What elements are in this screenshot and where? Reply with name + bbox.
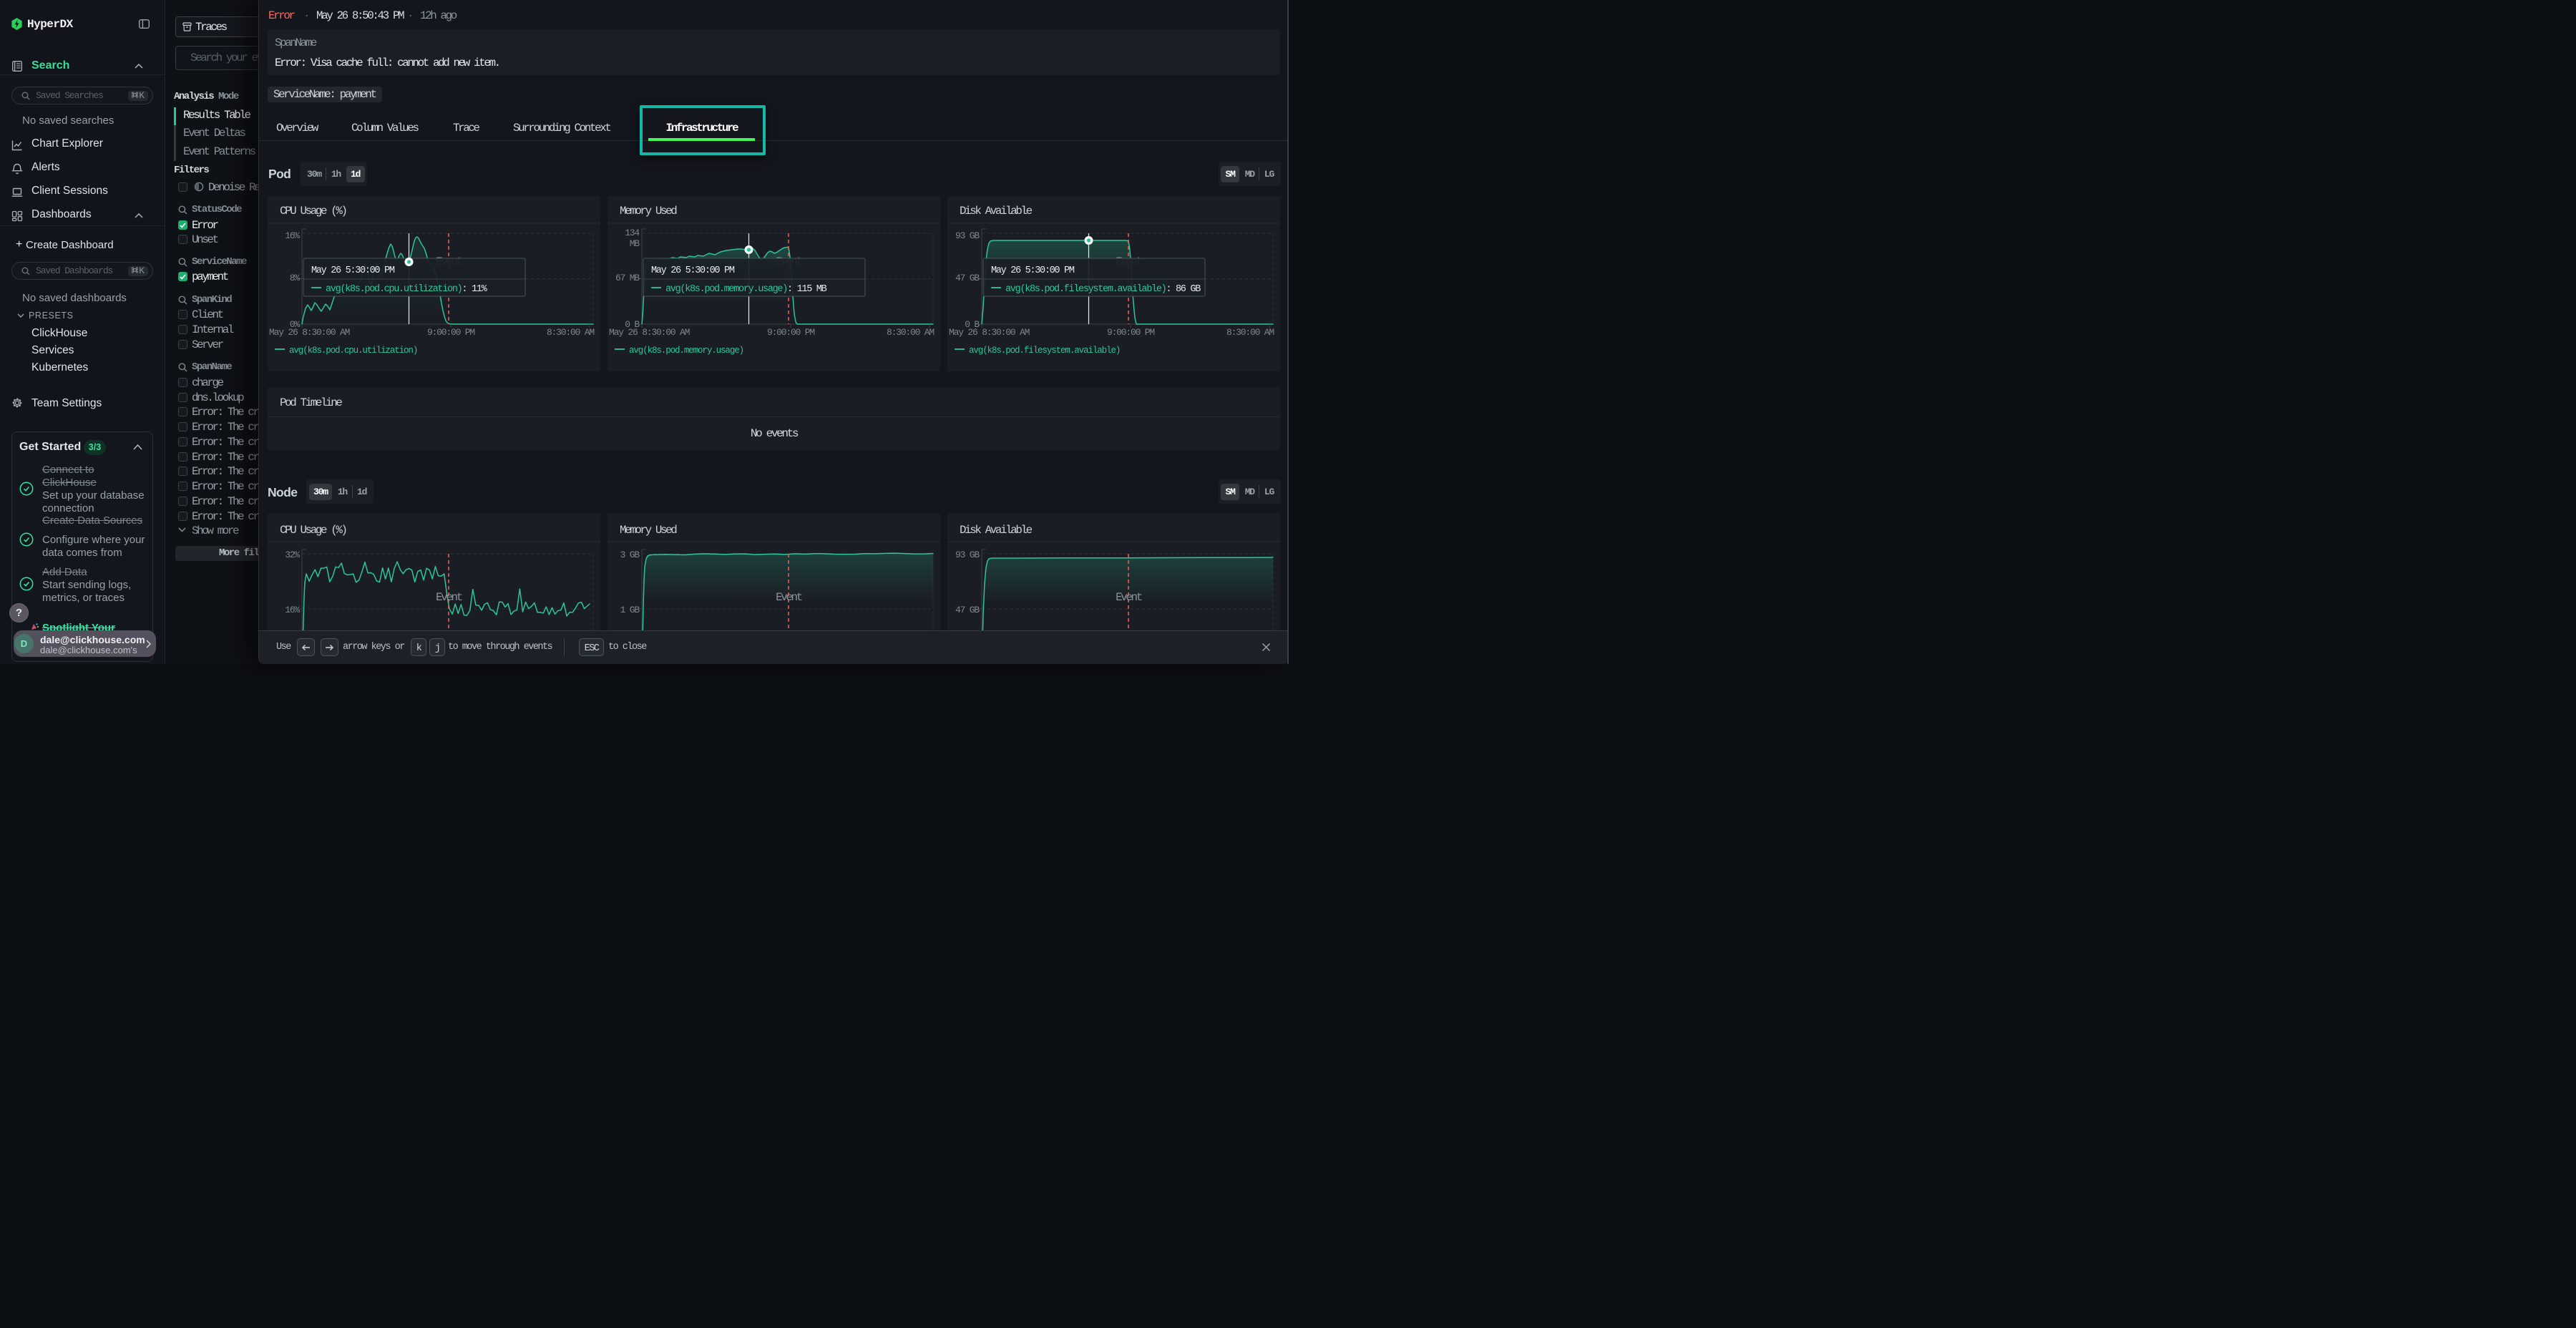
svg-text:CPU Usage (%): CPU Usage (%)	[280, 524, 346, 537]
svg-text:avg(k8s.pod.filesystem.availab: avg(k8s.pod.filesystem.available)	[969, 346, 1120, 356]
svg-text:8:30:00 AM: 8:30:00 AM	[547, 327, 594, 338]
svg-text:avg(k8s.pod.cpu.utilization): avg(k8s.pod.cpu.utilization)	[289, 346, 417, 356]
svg-text:8%: 8%	[290, 273, 301, 283]
svg-text:May 26 5:30:00 PM: May 26 5:30:00 PM	[311, 265, 395, 276]
svg-text:: 86 GB: : 86 GB	[1166, 284, 1201, 295]
svg-text:MB: MB	[630, 238, 640, 249]
svg-text:9:00:00 PM: 9:00:00 PM	[1107, 327, 1154, 338]
svg-text:16%: 16%	[285, 230, 300, 241]
svg-text:May 26 8:30:00 AM: May 26 8:30:00 AM	[269, 327, 350, 338]
svg-text:avg(k8s.pod.filesystem.availab: avg(k8s.pod.filesystem.available)	[1005, 284, 1166, 295]
svg-text:May 26 5:30:00 PM: May 26 5:30:00 PM	[991, 265, 1075, 276]
svg-text:16%: 16%	[285, 605, 300, 615]
svg-text:1 GB: 1 GB	[620, 605, 640, 615]
svg-text:May 26 8:30:00 AM: May 26 8:30:00 AM	[609, 327, 690, 338]
svg-text:Event: Event	[776, 591, 802, 604]
svg-text:: 115 MB: : 115 MB	[787, 284, 827, 295]
svg-text:Disk Available: Disk Available	[960, 205, 1033, 218]
svg-text:134: 134	[625, 228, 640, 238]
svg-text:9:00:00 PM: 9:00:00 PM	[427, 327, 474, 338]
svg-text:67 MB: 67 MB	[615, 273, 640, 283]
svg-text:93 GB: 93 GB	[955, 230, 980, 241]
svg-text:3 GB: 3 GB	[620, 550, 640, 560]
svg-text:32%: 32%	[285, 550, 300, 560]
svg-text:: 11%: : 11%	[462, 284, 487, 295]
svg-text:May 26 8:30:00 AM: May 26 8:30:00 AM	[949, 327, 1030, 338]
svg-text:8:30:00 AM: 8:30:00 AM	[1226, 327, 1274, 338]
svg-text:Memory Used: Memory Used	[620, 205, 677, 218]
svg-text:Event: Event	[436, 591, 462, 604]
svg-text:May 26 5:30:00 PM: May 26 5:30:00 PM	[651, 265, 735, 276]
svg-text:93 GB: 93 GB	[955, 550, 980, 560]
svg-text:avg(k8s.pod.memory.usage): avg(k8s.pod.memory.usage)	[629, 346, 743, 356]
svg-text:avg(k8s.pod.memory.usage): avg(k8s.pod.memory.usage)	[665, 284, 787, 295]
svg-text:8:30:00 AM: 8:30:00 AM	[887, 327, 934, 338]
svg-text:47 GB: 47 GB	[955, 273, 980, 283]
svg-text:CPU Usage (%): CPU Usage (%)	[280, 205, 346, 218]
svg-text:Disk Available: Disk Available	[960, 524, 1033, 537]
svg-text:avg(k8s.pod.cpu.utilization): avg(k8s.pod.cpu.utilization)	[326, 284, 462, 295]
svg-text:47 GB: 47 GB	[955, 605, 980, 615]
svg-text:9:00:00 PM: 9:00:00 PM	[767, 327, 814, 338]
svg-text:Event: Event	[1116, 591, 1142, 604]
svg-text:Memory Used: Memory Used	[620, 524, 677, 537]
